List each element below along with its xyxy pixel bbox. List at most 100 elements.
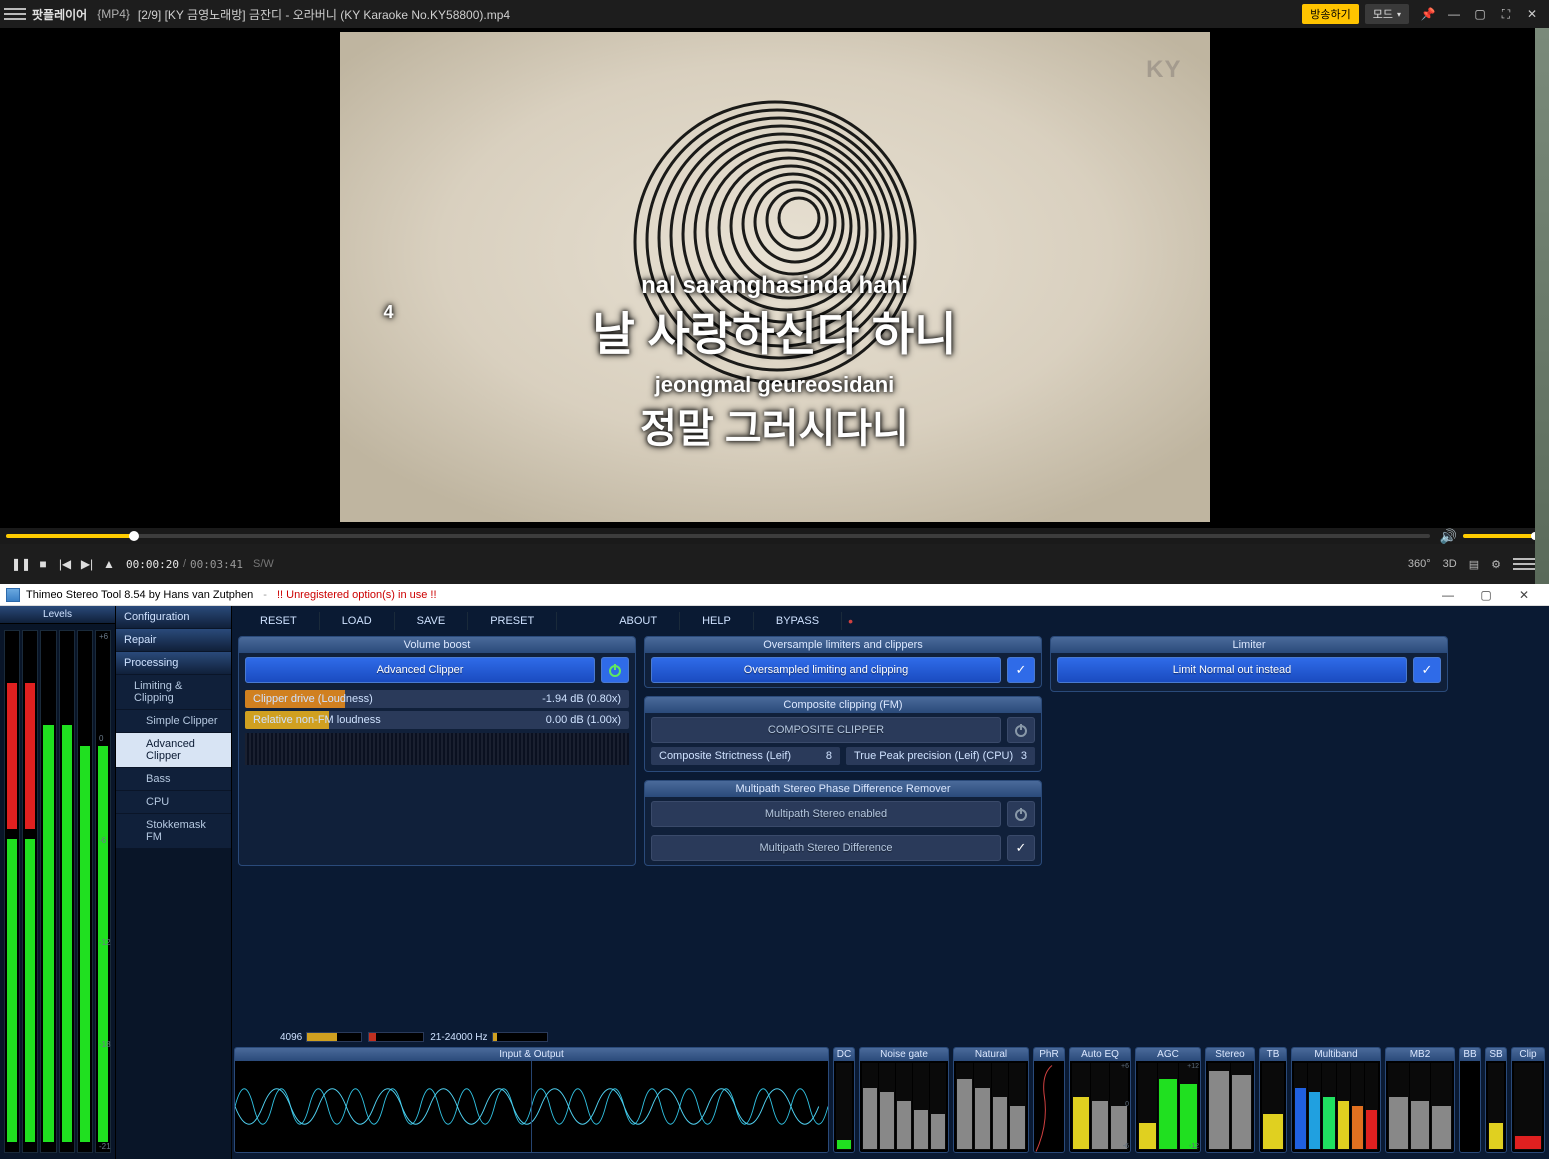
korean-line-2: 정말 그러시다니 bbox=[340, 396, 1210, 454]
level-bar bbox=[59, 630, 75, 1153]
nav-advanced-clipper[interactable]: Advanced Clipper bbox=[116, 733, 231, 768]
nav-simple-clipper[interactable]: Simple Clipper bbox=[116, 710, 231, 733]
module-multiband[interactable]: Multiband bbox=[1291, 1047, 1381, 1153]
composite-strictness-slider[interactable]: Composite Strictness (Leif)8 bbox=[651, 747, 840, 765]
pause-button[interactable]: ❚❚ bbox=[10, 553, 32, 575]
mode-button[interactable]: 모드 ▾ bbox=[1365, 4, 1409, 24]
multipath-difference-button[interactable]: Multipath Stereo Difference bbox=[651, 835, 1001, 861]
prev-button[interactable]: |◀ bbox=[54, 553, 76, 575]
volume-track[interactable] bbox=[1463, 534, 1543, 538]
st-close-icon[interactable]: ✕ bbox=[1505, 584, 1543, 606]
module-io[interactable]: Input & Output bbox=[234, 1047, 829, 1153]
levels-panel: Levels +60- bbox=[0, 606, 116, 1159]
file-title: [2/9] [KY 금영노래방] 금잔디 - 오라버니 (KY Karaoke … bbox=[138, 6, 510, 23]
module-bb[interactable]: BB bbox=[1459, 1047, 1481, 1153]
menu-bypass[interactable]: BYPASS bbox=[754, 612, 842, 630]
level-bar bbox=[40, 630, 56, 1153]
chevron-down-icon: ▾ bbox=[1397, 10, 1401, 19]
close-icon[interactable]: ✕ bbox=[1519, 1, 1545, 27]
nav-repair[interactable]: Repair bbox=[116, 629, 231, 652]
level-bar bbox=[22, 630, 38, 1153]
module-tb[interactable]: TB bbox=[1259, 1047, 1287, 1153]
level-scale: +60-6-12-18-21 bbox=[99, 624, 113, 1159]
module-clip[interactable]: Clip bbox=[1511, 1047, 1545, 1153]
broadcast-button[interactable]: 방송하기 bbox=[1302, 4, 1358, 24]
waveform-graphic bbox=[235, 1061, 828, 1152]
main-panel: RESET LOAD SAVE PRESET ABOUT HELP BYPASS… bbox=[232, 606, 1549, 1159]
nav-panel: Configuration Repair Processing Limiting… bbox=[116, 606, 232, 1159]
nav-cpu[interactable]: CPU bbox=[116, 791, 231, 814]
check-icon[interactable]: ✓ bbox=[1413, 657, 1441, 683]
module-stereo[interactable]: Stereo bbox=[1205, 1047, 1255, 1153]
video-area[interactable]: KY nal saranghasinda hani 4 날 사랑하신다 하니 j… bbox=[0, 28, 1549, 528]
seek-fill bbox=[6, 534, 134, 538]
fullscreen-icon[interactable]: ⛶ bbox=[1493, 1, 1519, 27]
panel-composite-clipping: Composite clipping (FM) COMPOSITE CLIPPE… bbox=[644, 696, 1042, 772]
playlist-icon[interactable]: ▤ bbox=[1463, 558, 1485, 571]
pin-icon[interactable]: 📌 bbox=[1415, 1, 1441, 27]
settings-icon[interactable]: ⚙ bbox=[1485, 558, 1507, 571]
module-sb[interactable]: SB bbox=[1485, 1047, 1507, 1153]
panel-header: Limiter bbox=[1051, 637, 1447, 653]
power-icon[interactable] bbox=[601, 657, 629, 683]
stereotool-body: Levels +60- bbox=[0, 606, 1549, 1159]
limit-normal-out-button[interactable]: Limit Normal out instead bbox=[1057, 657, 1407, 683]
true-peak-precision-slider[interactable]: True Peak precision (Leif) (CPU)3 bbox=[846, 747, 1035, 765]
format-label: {MP4} bbox=[97, 7, 130, 21]
menu-icon[interactable] bbox=[4, 3, 26, 25]
panel-oversample: Oversample limiters and clippers Oversam… bbox=[644, 636, 1042, 688]
menu-load[interactable]: LOAD bbox=[320, 612, 395, 630]
multipath-enabled-button[interactable]: Multipath Stereo enabled bbox=[651, 801, 1001, 827]
relative-loudness-slider[interactable]: Relative non-FM loudness 0.00 dB (1.00x) bbox=[245, 711, 629, 729]
bypass-indicator: • bbox=[848, 613, 853, 629]
clipper-drive-slider[interactable]: Clipper drive (Loudness) -1.94 dB (0.80x… bbox=[245, 690, 629, 708]
advanced-clipper-button[interactable]: Advanced Clipper bbox=[245, 657, 595, 683]
seek-track[interactable] bbox=[6, 534, 1430, 538]
minimize-icon[interactable]: — bbox=[1441, 1, 1467, 27]
module-agc[interactable]: AGC+12-12 bbox=[1135, 1047, 1201, 1153]
mode-label: 모드 bbox=[1373, 6, 1393, 22]
nav-bass[interactable]: Bass bbox=[116, 768, 231, 791]
3d-button[interactable]: 3D bbox=[1437, 558, 1463, 570]
panel-limiter: Limiter Limit Normal out instead ✓ bbox=[1050, 636, 1448, 692]
nav-processing[interactable]: Processing bbox=[116, 652, 231, 675]
decoder-label[interactable]: S/W bbox=[253, 558, 274, 570]
nav-configuration[interactable]: Configuration bbox=[116, 606, 231, 629]
power-icon[interactable] bbox=[1007, 717, 1035, 743]
open-button[interactable]: ▲ bbox=[98, 553, 120, 575]
panel-header: Composite clipping (FM) bbox=[645, 697, 1041, 713]
360-button[interactable]: 360° bbox=[1402, 558, 1437, 570]
module-phr[interactable]: PhR bbox=[1033, 1047, 1065, 1153]
video-frame: KY nal saranghasinda hani 4 날 사랑하신다 하니 j… bbox=[340, 32, 1210, 522]
next-button[interactable]: ▶| bbox=[76, 553, 98, 575]
module-mb2[interactable]: MB2 bbox=[1385, 1047, 1455, 1153]
module-noise-gate[interactable]: Noise gate bbox=[859, 1047, 949, 1153]
composite-clipper-button[interactable]: COMPOSITE CLIPPER bbox=[651, 717, 1001, 743]
menu-save[interactable]: SAVE bbox=[395, 612, 469, 630]
panel-header: Volume boost bbox=[239, 637, 635, 653]
panel-header: Oversample limiters and clippers bbox=[645, 637, 1041, 653]
menu-about[interactable]: ABOUT bbox=[597, 612, 680, 630]
menu-preset[interactable]: PRESET bbox=[468, 612, 557, 630]
volume-fill bbox=[1463, 534, 1535, 538]
nav-stokkemask-fm[interactable]: Stokkemask FM bbox=[116, 814, 231, 849]
maximize-icon[interactable]: ▢ bbox=[1467, 1, 1493, 27]
nav-limiting-clipping[interactable]: Limiting & Clipping bbox=[116, 675, 231, 710]
power-icon[interactable] bbox=[1007, 801, 1035, 827]
check-icon[interactable]: ✓ bbox=[1007, 657, 1035, 683]
st-minimize-icon[interactable]: — bbox=[1429, 584, 1467, 606]
menu-reset[interactable]: RESET bbox=[238, 612, 320, 630]
oversampled-button[interactable]: Oversampled limiting and clipping bbox=[651, 657, 1001, 683]
st-maximize-icon[interactable]: ▢ bbox=[1467, 584, 1505, 606]
volume-icon[interactable]: 🔊 bbox=[1440, 528, 1457, 545]
module-dc[interactable]: DC bbox=[833, 1047, 855, 1153]
modules-row: Input & Output DC Noise gate Natura bbox=[232, 1045, 1549, 1155]
module-autoeq[interactable]: Auto EQ+60-6 bbox=[1069, 1047, 1131, 1153]
seek-thumb[interactable] bbox=[129, 531, 139, 541]
stat-freq: 21-24000 Hz bbox=[430, 1032, 547, 1043]
menu-help[interactable]: HELP bbox=[680, 612, 754, 630]
module-natural[interactable]: Natural bbox=[953, 1047, 1029, 1153]
potplayer-titlebar: 팟플레이어 {MP4} [2/9] [KY 금영노래방] 금잔디 - 오라버니 … bbox=[0, 0, 1549, 28]
stop-button[interactable]: ■ bbox=[32, 553, 54, 575]
check-icon[interactable]: ✓ bbox=[1007, 835, 1035, 861]
